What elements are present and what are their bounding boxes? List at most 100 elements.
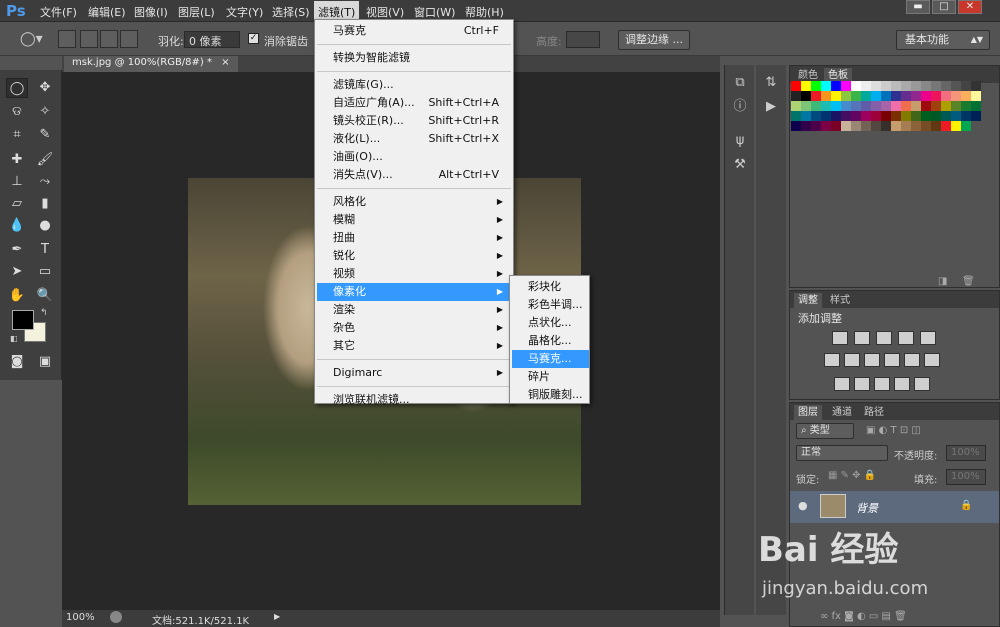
swatch[interactable]: [901, 111, 911, 121]
swatch[interactable]: [861, 101, 871, 111]
swatch[interactable]: [941, 91, 951, 101]
close-button[interactable]: ✕: [958, 0, 982, 14]
screen-mode-icon[interactable]: ▣: [34, 352, 56, 372]
swatch[interactable]: [791, 101, 801, 111]
history-brush-tool-icon[interactable]: ⤳: [34, 172, 56, 192]
swatch[interactable]: [801, 121, 811, 131]
swap-colors-icon[interactable]: ↰: [40, 308, 48, 318]
new-selection-icon[interactable]: [58, 30, 76, 48]
filter-menu-item[interactable]: 风格化 ▶: [317, 193, 511, 211]
swatch[interactable]: [891, 121, 901, 131]
actions-panel-icon[interactable]: ⇅: [760, 73, 782, 93]
swatch[interactable]: [921, 81, 931, 91]
swatch[interactable]: [831, 91, 841, 101]
swatch[interactable]: [931, 91, 941, 101]
layer-filter-icons[interactable]: ▣ ◐ T ⊡ ◫: [866, 425, 921, 436]
visibility-eye-icon[interactable]: ●: [798, 499, 808, 512]
subtract-selection-icon[interactable]: [100, 30, 118, 48]
tool-presets-icon[interactable]: ⚒: [729, 155, 751, 175]
tab-paths[interactable]: 路径: [860, 405, 888, 420]
brush-panel-icon[interactable]: ψ: [729, 131, 751, 151]
filter-menu-item[interactable]: 消失点(V)... Alt+Ctrl+V: [317, 166, 511, 184]
brush-tool-icon[interactable]: 🖌: [34, 150, 56, 170]
zoom-level[interactable]: 100%: [66, 612, 95, 623]
lasso-tool-icon[interactable]: ଡ: [6, 102, 28, 122]
filter-menu-item[interactable]: 渲染 ▶: [317, 301, 511, 319]
hue-saturation-icon[interactable]: [824, 353, 840, 367]
menu-select[interactable]: 选择(S): [272, 4, 310, 20]
filter-menu-item[interactable]: 镜头校正(R)... Shift+Ctrl+R: [317, 112, 511, 130]
swatch[interactable]: [791, 81, 801, 91]
delete-swatch-icon[interactable]: 🗑: [962, 276, 975, 287]
rectangle-tool-icon[interactable]: ▭: [34, 262, 56, 282]
swatch[interactable]: [851, 121, 861, 131]
swatch[interactable]: [941, 81, 951, 91]
channel-mixer-icon[interactable]: [904, 353, 920, 367]
default-colors-icon[interactable]: ◧: [10, 334, 18, 343]
swatch[interactable]: [931, 81, 941, 91]
menu-file[interactable]: 文件(F): [40, 4, 77, 20]
swatch[interactable]: [971, 81, 981, 91]
swatch[interactable]: [841, 111, 851, 121]
filter-menu-item[interactable]: 扭曲 ▶: [317, 229, 511, 247]
crop-tool-icon[interactable]: ⌗: [6, 125, 28, 145]
brightness-contrast-icon[interactable]: [832, 331, 848, 345]
move-tool-icon[interactable]: ✥: [34, 78, 56, 98]
menu-image[interactable]: 图像(I): [134, 4, 168, 20]
swatch[interactable]: [851, 111, 861, 121]
swatch[interactable]: [861, 121, 871, 131]
filter-menu-item[interactable]: 模糊 ▶: [317, 211, 511, 229]
swatch[interactable]: [841, 101, 851, 111]
gradient-map-icon[interactable]: [914, 377, 930, 391]
swatch[interactable]: [801, 111, 811, 121]
swatch[interactable]: [821, 121, 831, 131]
swatch[interactable]: [961, 81, 971, 91]
swatch[interactable]: [831, 111, 841, 121]
swatch[interactable]: [961, 111, 971, 121]
menu-filter[interactable]: 滤镜(T): [314, 1, 360, 21]
healing-brush-tool-icon[interactable]: ✚: [6, 150, 28, 170]
menu-window[interactable]: 窗口(W): [414, 4, 455, 20]
swatch[interactable]: [951, 111, 961, 121]
photo-filter-icon[interactable]: [884, 353, 900, 367]
swatch[interactable]: [921, 101, 931, 111]
filter-menu-item[interactable]: 自适应广角(A)... Shift+Ctrl+A: [317, 94, 511, 112]
swatch[interactable]: [931, 101, 941, 111]
swatch[interactable]: [791, 111, 801, 121]
magic-wand-tool-icon[interactable]: ✧: [34, 102, 56, 122]
swatch[interactable]: [941, 111, 951, 121]
swatch[interactable]: [881, 121, 891, 131]
swatch[interactable]: [851, 101, 861, 111]
filter-menu-item[interactable]: 杂色 ▶: [317, 319, 511, 337]
filter-menu-item[interactable]: 滤镜库(G)...: [317, 76, 511, 94]
swatch[interactable]: [861, 91, 871, 101]
pixelate-submenu-item[interactable]: 晶格化...: [512, 332, 589, 350]
menu-edit[interactable]: 编辑(E): [88, 4, 126, 20]
refine-edge-button[interactable]: 调整边缘 ...: [618, 30, 690, 50]
swatch[interactable]: [901, 101, 911, 111]
tab-channels[interactable]: 通道: [828, 405, 856, 420]
swatch[interactable]: [801, 91, 811, 101]
swatch[interactable]: [871, 81, 881, 91]
swatch[interactable]: [921, 91, 931, 101]
clone-stamp-tool-icon[interactable]: ⊥: [6, 172, 28, 192]
swatch[interactable]: [911, 81, 921, 91]
filter-menu-item[interactable]: 视频 ▶: [317, 265, 511, 283]
swatch[interactable]: [801, 101, 811, 111]
swatch[interactable]: [851, 81, 861, 91]
path-selection-tool-icon[interactable]: ➤: [6, 262, 28, 282]
swatch[interactable]: [901, 121, 911, 131]
antialias-checkbox[interactable]: ✓: [248, 33, 259, 44]
fill-input[interactable]: 100%: [946, 469, 986, 485]
layers-footer-icons[interactable]: ∞ fx ◙ ◐ ▭ ▤ 🗑: [820, 611, 907, 622]
info-panel-icon[interactable]: ⓘ: [729, 97, 751, 117]
menu-layer[interactable]: 图层(L): [178, 4, 215, 20]
filter-menu-item[interactable]: 油画(O)...: [317, 148, 511, 166]
pixelate-submenu-item[interactable]: 点状化...: [512, 314, 589, 332]
close-tab-icon[interactable]: ×: [221, 57, 229, 68]
swatch[interactable]: [851, 91, 861, 101]
filter-menu-item[interactable]: 马赛克 Ctrl+F: [317, 22, 511, 40]
swatch[interactable]: [951, 101, 961, 111]
pixelate-submenu-item[interactable]: 彩色半调...: [512, 296, 589, 314]
tab-styles[interactable]: 样式: [826, 293, 854, 308]
